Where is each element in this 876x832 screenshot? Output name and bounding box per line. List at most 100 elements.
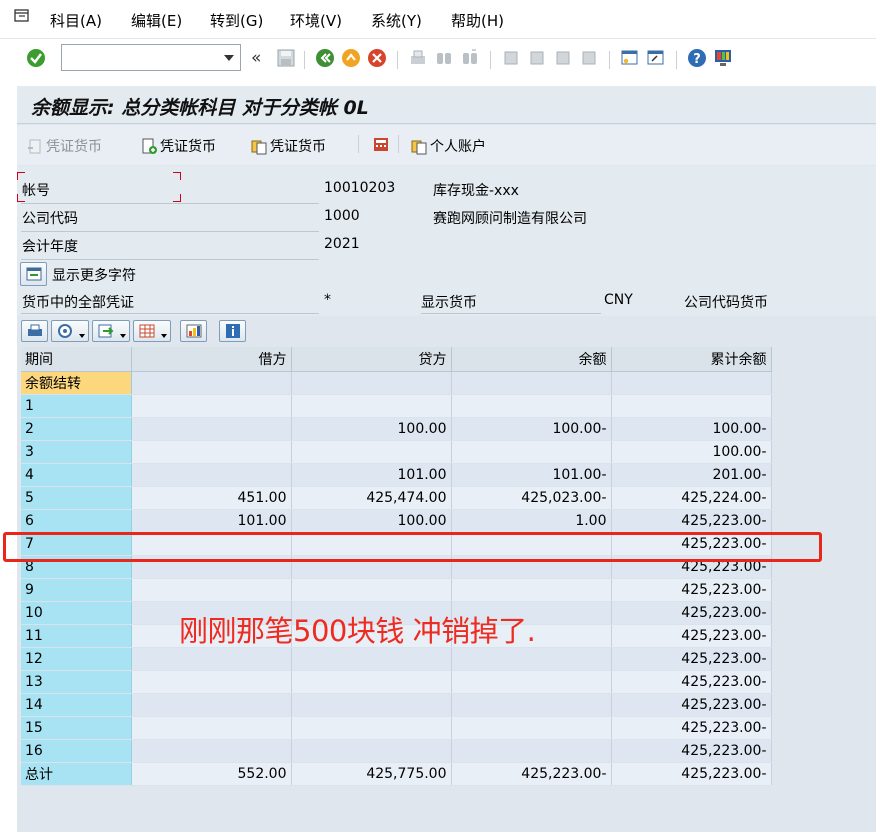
amount-cell[interactable]: 425,775.00: [291, 762, 452, 786]
document-currency-button-2[interactable]: 凭证货币: [251, 136, 326, 156]
amount-cell[interactable]: [131, 371, 292, 395]
amount-cell[interactable]: 425,023.00-: [451, 486, 612, 510]
back-icon[interactable]: [315, 48, 335, 68]
amount-cell[interactable]: [451, 440, 612, 464]
amount-cell[interactable]: [131, 394, 292, 418]
amount-cell[interactable]: [451, 394, 612, 418]
amount-cell[interactable]: 425,223.00-: [611, 762, 772, 786]
amount-cell[interactable]: 100.00-: [451, 417, 612, 441]
collapse-arrows-icon[interactable]: «: [251, 48, 261, 68]
amount-cell[interactable]: 425,223.00-: [611, 601, 772, 625]
period-cell[interactable]: 15: [21, 716, 132, 740]
info-button[interactable]: [219, 320, 246, 342]
amount-cell[interactable]: 101.00: [291, 463, 452, 487]
amount-cell[interactable]: 101.00-: [451, 463, 612, 487]
amount-cell[interactable]: 425,223.00-: [611, 647, 772, 671]
amount-cell[interactable]: [291, 670, 452, 694]
period-cell[interactable]: 5: [21, 486, 132, 510]
amount-cell[interactable]: [451, 716, 612, 740]
more-chars-button[interactable]: [20, 262, 47, 286]
period-cell[interactable]: 11: [21, 624, 132, 648]
amount-cell[interactable]: 425,474.00: [291, 486, 452, 510]
amount-cell[interactable]: [291, 693, 452, 717]
amount-cell[interactable]: [611, 394, 772, 418]
column-header-credit[interactable]: 贷方: [291, 347, 452, 372]
amount-cell[interactable]: 425,224.00-: [611, 486, 772, 510]
amount-cell[interactable]: 425,223.00-: [611, 693, 772, 717]
exit-icon[interactable]: [341, 48, 361, 68]
save-icon[interactable]: [276, 48, 296, 68]
amount-cell[interactable]: [131, 739, 292, 763]
amount-cell[interactable]: 425,223.00-: [611, 670, 772, 694]
command-input[interactable]: [66, 45, 216, 69]
export-menu-button[interactable]: [92, 320, 130, 342]
view-menu-button[interactable]: [51, 320, 89, 342]
period-cell[interactable]: 13: [21, 670, 132, 694]
document-currency-button[interactable]: 凭证货币: [141, 136, 216, 156]
create-session-icon[interactable]: [620, 48, 640, 68]
period-cell[interactable]: 1: [21, 394, 132, 418]
amount-cell[interactable]: [291, 647, 452, 671]
amount-cell[interactable]: 425,223.00-: [611, 739, 772, 763]
menu-help[interactable]: 帮助(H): [451, 10, 504, 31]
column-header-balance[interactable]: 余额: [451, 347, 612, 372]
period-cell[interactable]: 2: [21, 417, 132, 441]
chevron-down-icon[interactable]: [224, 55, 234, 61]
amount-cell[interactable]: [451, 578, 612, 602]
individual-account-button[interactable]: 个人账户: [411, 136, 486, 156]
menu-account[interactable]: 科目(A): [50, 10, 102, 31]
amount-cell[interactable]: 100.00-: [611, 440, 772, 464]
amount-cell[interactable]: 425,223.00-: [451, 762, 612, 786]
menu-edit[interactable]: 编辑(E): [131, 10, 182, 31]
amount-cell[interactable]: [131, 463, 292, 487]
help-icon[interactable]: ?: [687, 48, 707, 68]
amount-cell[interactable]: 100.00: [291, 509, 452, 533]
amount-cell[interactable]: [451, 371, 612, 395]
customize-layout-icon[interactable]: [713, 48, 733, 68]
amount-cell[interactable]: [291, 578, 452, 602]
amount-cell[interactable]: 425,223.00-: [611, 624, 772, 648]
period-cell[interactable]: 6: [21, 509, 132, 533]
shortcut-icon[interactable]: [646, 48, 666, 68]
amount-cell[interactable]: [291, 394, 452, 418]
amount-cell[interactable]: [131, 693, 292, 717]
amount-cell[interactable]: [291, 371, 452, 395]
next-page-icon[interactable]: [553, 48, 573, 68]
amount-cell[interactable]: [131, 440, 292, 464]
amount-cell[interactable]: [451, 670, 612, 694]
previous-page-icon[interactable]: [527, 48, 547, 68]
amount-cell[interactable]: [131, 578, 292, 602]
amount-cell[interactable]: 201.00-: [611, 463, 772, 487]
column-header-period[interactable]: 期间: [21, 347, 132, 372]
window-menu-icon[interactable]: [14, 9, 30, 23]
amount-cell[interactable]: 425,223.00-: [611, 578, 772, 602]
menu-goto[interactable]: 转到(G): [210, 10, 263, 31]
amount-cell[interactable]: 425,223.00-: [611, 509, 772, 533]
column-header-cumulative-balance[interactable]: 累计余额: [611, 347, 772, 372]
amount-cell[interactable]: [131, 417, 292, 441]
amount-cell[interactable]: [131, 647, 292, 671]
print-button[interactable]: [21, 320, 48, 342]
amount-cell[interactable]: [451, 739, 612, 763]
enter-check-icon[interactable]: [26, 48, 46, 68]
amount-cell[interactable]: 451.00: [131, 486, 292, 510]
period-cell[interactable]: 10: [21, 601, 132, 625]
calculator-icon[interactable]: [372, 135, 390, 153]
period-cell[interactable]: 余额结转: [21, 371, 132, 395]
chart-button[interactable]: [180, 320, 207, 342]
amount-cell[interactable]: 101.00: [131, 509, 292, 533]
column-header-debit[interactable]: 借方: [131, 347, 292, 372]
print-icon[interactable]: [408, 48, 428, 68]
period-cell[interactable]: 9: [21, 578, 132, 602]
last-page-icon[interactable]: [579, 48, 599, 68]
cancel-icon[interactable]: [367, 48, 387, 68]
amount-cell[interactable]: [131, 670, 292, 694]
command-field[interactable]: [61, 44, 241, 71]
amount-cell[interactable]: 425,223.00-: [611, 716, 772, 740]
amount-cell[interactable]: [131, 716, 292, 740]
menu-system[interactable]: 系统(Y): [371, 10, 422, 31]
amount-cell[interactable]: [451, 693, 612, 717]
menu-environment[interactable]: 环境(V): [290, 10, 342, 31]
amount-cell[interactable]: [291, 739, 452, 763]
amount-cell[interactable]: 100.00-: [611, 417, 772, 441]
